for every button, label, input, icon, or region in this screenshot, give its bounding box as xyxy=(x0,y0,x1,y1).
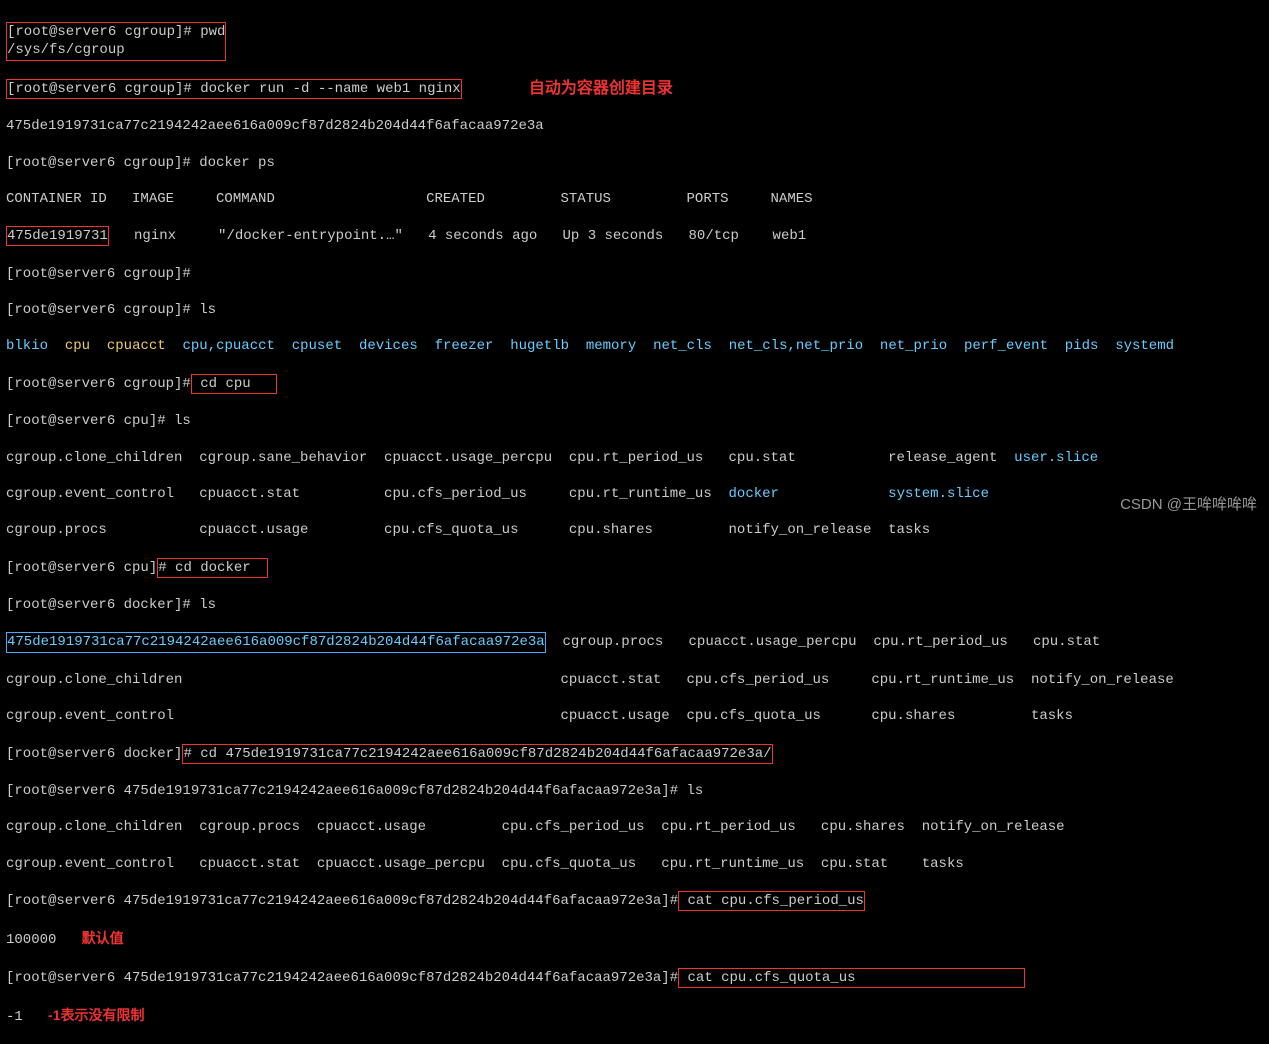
cmd-cat-period: cat cpu.cfs_period_us xyxy=(679,893,864,909)
cmd-docker-ps: docker ps xyxy=(199,155,275,171)
user-slice: user.slice xyxy=(1014,450,1098,466)
cmd-pwd: pwd xyxy=(200,24,225,40)
prompt: [root@server6 cgroup]# xyxy=(6,155,199,171)
ls-cgroup-output: blkio cpu cpuacct cpu,cpuacct cpuset dev… xyxy=(6,337,1263,355)
prompt: [root@server6 cgroup]# xyxy=(6,302,199,318)
output-container-id: 475de1919731ca77c2194242aee616a009cf87d2… xyxy=(6,118,544,134)
cmd-ls: ls xyxy=(174,413,191,429)
prompt: [root@server6 cpu] xyxy=(6,560,157,576)
prompt: [root@server6 cpu]# xyxy=(6,413,174,429)
cmd-cd-container: # cd 475de1919731ca77c2194242aee616a009c… xyxy=(183,746,771,762)
prompt: [root@server6 475de1919731ca77c2194242ae… xyxy=(6,893,678,909)
terminal-output[interactable]: [root@server6 cgroup]# pwd /sys/fs/cgrou… xyxy=(0,0,1269,1044)
cmd-cd-docker: # cd docker xyxy=(158,560,250,576)
output-quota: -1 xyxy=(6,1009,23,1025)
prompt: [root@server6 475de1919731ca77c2194242ae… xyxy=(6,970,678,986)
cmd-ls: ls xyxy=(199,302,216,318)
ls-cpu-row1: cgroup.clone_children cgroup.sane_behavi… xyxy=(6,450,1014,466)
prompt: [root@server6 docker] xyxy=(6,746,182,762)
ls-container-row2: cgroup.event_control cpuacct.stat cpuacc… xyxy=(6,856,964,872)
ps-row-rest: nginx "/docker-entrypoint.…" 4 seconds a… xyxy=(109,228,806,244)
cmd-cd-cpu: cd cpu xyxy=(192,376,251,392)
output-pwd: /sys/fs/cgroup xyxy=(7,42,125,58)
prompt: [root@server6 475de1919731ca77c2194242ae… xyxy=(6,783,687,799)
prompt: [root@server6 cgroup]# xyxy=(6,266,191,282)
prompt: [root@server6 docker]# xyxy=(6,597,199,613)
ls-docker-row2: cgroup.clone_children cpuacct.stat cpu.c… xyxy=(6,672,1174,688)
container-dir-id: 475de1919731ca77c2194242aee616a009cf87d2… xyxy=(7,634,545,650)
cmd-ls: ls xyxy=(199,597,216,613)
annotation-default: 默认值 xyxy=(82,930,124,946)
docker-dir: docker xyxy=(729,486,779,502)
ps-header: CONTAINER ID IMAGE COMMAND CREATED STATU… xyxy=(6,191,813,207)
ls-cpu-row3: cgroup.procs cpuacct.usage cpu.cfs_quota… xyxy=(6,522,930,538)
output-period: 100000 xyxy=(6,932,56,948)
prompt: [root@server6 cgroup]# xyxy=(7,81,192,97)
annotation-nolimit: -1表示没有限制 xyxy=(48,1007,144,1023)
system-slice: system.slice xyxy=(888,486,989,502)
ls-container-row1: cgroup.clone_children cgroup.procs cpuac… xyxy=(6,819,1065,835)
ls-docker-row3: cgroup.event_control cpuacct.usage cpu.c… xyxy=(6,708,1073,724)
watermark: CSDN @王哞哞哞哞 xyxy=(1120,495,1257,515)
ps-container-id: 475de1919731 xyxy=(7,228,108,244)
prompt: [root@server6 cgroup]# xyxy=(7,24,200,40)
annotation-auto-create: 自动为容器创建目录 xyxy=(529,79,673,100)
cmd-ls: ls xyxy=(687,783,704,799)
cmd-docker-run: docker run -d --name web1 nginx xyxy=(192,81,461,97)
prompt: [root@server6 cgroup]# xyxy=(6,376,191,392)
ls-cpu-row2: cgroup.event_control cpuacct.stat cpu.cf… xyxy=(6,486,729,502)
ls-docker-row1: cgroup.procs cpuacct.usage_percpu cpu.rt… xyxy=(546,634,1101,650)
cmd-cat-quota: cat cpu.cfs_quota_us xyxy=(679,970,855,986)
